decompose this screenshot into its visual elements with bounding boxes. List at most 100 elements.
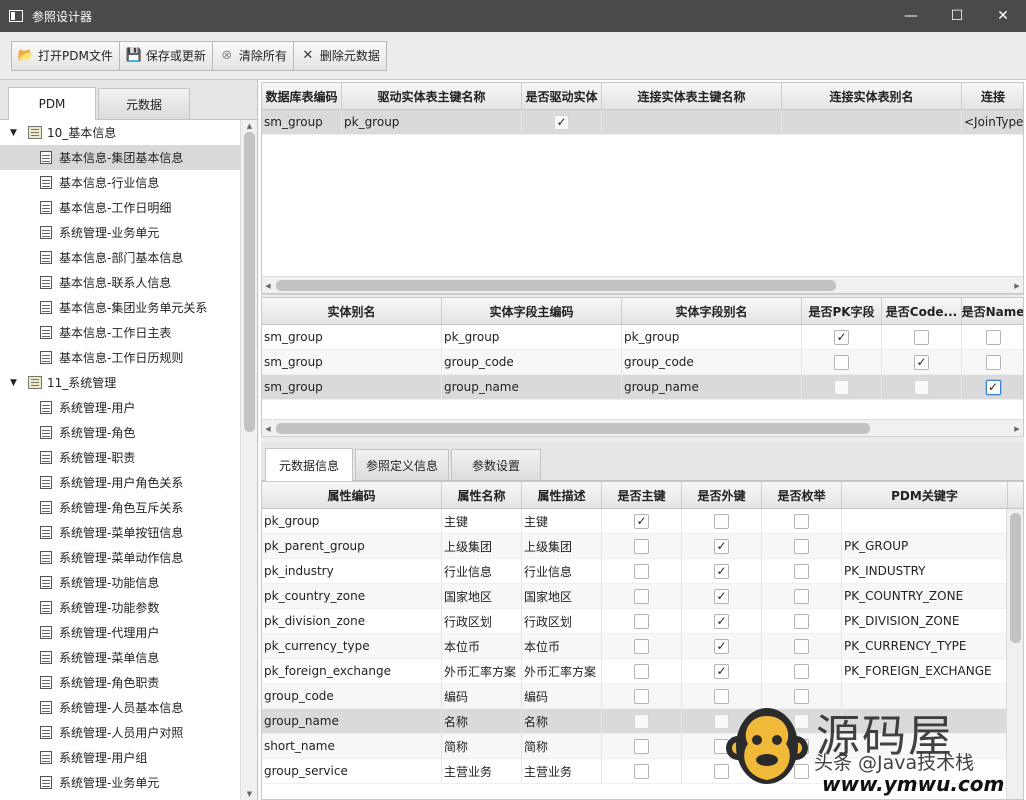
- tree-item[interactable]: 基本信息-集团基本信息: [0, 145, 240, 170]
- column-header[interactable]: 实体字段别名: [622, 298, 802, 324]
- unchecked-checkbox[interactable]: [794, 538, 809, 554]
- checked-checkbox[interactable]: ✓: [914, 354, 929, 370]
- open-pdm-button[interactable]: 📂 打开PDM文件: [11, 40, 120, 71]
- checkbox-cell[interactable]: [762, 659, 842, 683]
- table-row[interactable]: sm_group group_code group_code ✓: [262, 350, 1023, 375]
- tree-item[interactable]: 系统管理-菜单动作信息: [0, 545, 240, 570]
- clear-all-button[interactable]: ⊗ 清除所有: [211, 40, 294, 71]
- tree-item[interactable]: 系统管理-角色职责: [0, 670, 240, 695]
- checkbox-cell[interactable]: [882, 375, 962, 399]
- unchecked-checkbox[interactable]: [914, 329, 929, 345]
- column-header[interactable]: 属性描述: [522, 482, 602, 508]
- column-header[interactable]: PDM关键字: [842, 482, 1008, 508]
- tree-group[interactable]: ▼ 10_基本信息: [0, 120, 240, 145]
- scroll-right-arrow-icon[interactable]: ▶: [1011, 277, 1023, 293]
- checkbox-cell[interactable]: [802, 375, 882, 399]
- checkbox-cell[interactable]: [602, 659, 682, 683]
- checkbox-cell[interactable]: [882, 325, 962, 349]
- checkbox-cell[interactable]: [962, 350, 1023, 374]
- column-header[interactable]: 是否主键: [602, 482, 682, 508]
- tree-item[interactable]: 系统管理-功能信息: [0, 570, 240, 595]
- table-row[interactable]: pk_industry 行业信息 行业信息 ✓ PK_INDUSTRY: [262, 559, 1023, 584]
- table-row[interactable]: short_name 简称 简称: [262, 734, 1023, 759]
- checkbox-cell[interactable]: ✓: [682, 584, 762, 608]
- tab-metadata[interactable]: 元数据: [98, 88, 190, 119]
- tree-item[interactable]: 系统管理-用户组: [0, 745, 240, 770]
- table-row[interactable]: sm_group group_name group_name ✓: [262, 375, 1023, 400]
- checkbox-cell[interactable]: [602, 709, 682, 733]
- unchecked-checkbox[interactable]: [634, 538, 649, 554]
- field-table-hscroll[interactable]: ◀ ▶: [262, 419, 1023, 436]
- scroll-up-arrow-icon[interactable]: ▲: [241, 120, 258, 132]
- checked-checkbox[interactable]: ✓: [554, 114, 569, 130]
- unchecked-checkbox[interactable]: [714, 513, 729, 529]
- checkbox-cell[interactable]: [602, 584, 682, 608]
- checkbox-cell[interactable]: ✓: [802, 325, 882, 349]
- column-header[interactable]: 是否PK字段: [802, 298, 882, 324]
- tree-item[interactable]: 基本信息-行业信息: [0, 170, 240, 195]
- scroll-left-arrow-icon[interactable]: ◀: [262, 420, 274, 436]
- unchecked-checkbox[interactable]: [634, 638, 649, 654]
- tree-item[interactable]: 系统管理-业务单元: [0, 770, 240, 795]
- table-row[interactable]: group_name 名称 名称: [262, 709, 1023, 734]
- checkbox-cell[interactable]: ✓: [962, 375, 1023, 399]
- checkbox-cell[interactable]: [802, 350, 882, 374]
- tree-item[interactable]: 系统管理-代理用户: [0, 620, 240, 645]
- column-header[interactable]: 连接实体表别名: [782, 83, 962, 109]
- column-header[interactable]: 驱动实体表主键名称: [342, 83, 522, 109]
- checkbox-cell[interactable]: [762, 559, 842, 583]
- table-row[interactable]: group_code 编码 编码: [262, 684, 1023, 709]
- minimize-button[interactable]: —: [888, 0, 934, 32]
- checkbox-cell[interactable]: [602, 634, 682, 658]
- checkbox-cell[interactable]: ✓: [682, 609, 762, 633]
- tree-item[interactable]: 系统管理-角色互斥关系: [0, 495, 240, 520]
- tree-item[interactable]: 系统管理-业务单元: [0, 220, 240, 245]
- checked-checkbox[interactable]: ✓: [714, 538, 729, 554]
- tree-item[interactable]: 系统管理-人员用户对照: [0, 720, 240, 745]
- column-header[interactable]: 实体别名: [262, 298, 442, 324]
- column-header[interactable]: 连接: [962, 83, 1023, 109]
- tab-pdm[interactable]: PDM: [8, 87, 96, 120]
- checkbox-cell[interactable]: [962, 325, 1023, 349]
- checkbox-cell[interactable]: [682, 684, 762, 708]
- checkbox-cell[interactable]: ✓: [682, 559, 762, 583]
- checkbox-cell[interactable]: [682, 734, 762, 758]
- unchecked-checkbox[interactable]: [714, 763, 729, 779]
- metadata-vscroll[interactable]: [1006, 509, 1023, 799]
- tree-item[interactable]: 系统管理-菜单按钮信息: [0, 520, 240, 545]
- unchecked-checkbox[interactable]: [714, 738, 729, 754]
- checkbox-cell[interactable]: [602, 759, 682, 783]
- checkbox-cell[interactable]: [602, 734, 682, 758]
- checked-checkbox[interactable]: ✓: [634, 513, 649, 529]
- unchecked-checkbox[interactable]: [914, 379, 929, 395]
- checked-checkbox[interactable]: ✓: [714, 663, 729, 679]
- checkbox-cell[interactable]: [762, 534, 842, 558]
- unchecked-checkbox[interactable]: [634, 763, 649, 779]
- column-header[interactable]: 是否驱动实体: [522, 83, 602, 109]
- checkbox-cell[interactable]: [762, 759, 842, 783]
- column-header[interactable]: 连接实体表主键名称: [602, 83, 782, 109]
- unchecked-checkbox[interactable]: [794, 713, 809, 729]
- checkbox-cell[interactable]: ✓: [682, 634, 762, 658]
- unchecked-checkbox[interactable]: [794, 638, 809, 654]
- column-header[interactable]: 是否Code...: [882, 298, 962, 324]
- tree-item[interactable]: 基本信息-工作日历规则: [0, 345, 240, 370]
- checked-checkbox[interactable]: ✓: [834, 329, 849, 345]
- tree-item[interactable]: 基本信息-部门基本信息: [0, 245, 240, 270]
- unchecked-checkbox[interactable]: [794, 513, 809, 529]
- unchecked-checkbox[interactable]: [794, 613, 809, 629]
- tab-parameter-settings[interactable]: 参数设置: [451, 449, 541, 480]
- table-row[interactable]: pk_parent_group 上级集团 上级集团 ✓ PK_GROUP: [262, 534, 1023, 559]
- metadata-scroll-thumb[interactable]: [1010, 513, 1021, 643]
- maximize-button[interactable]: ☐: [934, 0, 980, 32]
- tree-item[interactable]: 基本信息-集团业务单元关系: [0, 295, 240, 320]
- column-header[interactable]: 数据库表编码: [262, 83, 342, 109]
- tree-item[interactable]: 基本信息-联系人信息: [0, 270, 240, 295]
- checkbox-cell[interactable]: [762, 684, 842, 708]
- expand-arrow-icon[interactable]: ▼: [10, 128, 22, 138]
- checkbox-cell[interactable]: [762, 709, 842, 733]
- checkbox-cell[interactable]: [762, 634, 842, 658]
- expand-arrow-icon[interactable]: ▼: [10, 378, 22, 388]
- column-header[interactable]: 是否枚举: [762, 482, 842, 508]
- checkbox-cell[interactable]: [682, 759, 762, 783]
